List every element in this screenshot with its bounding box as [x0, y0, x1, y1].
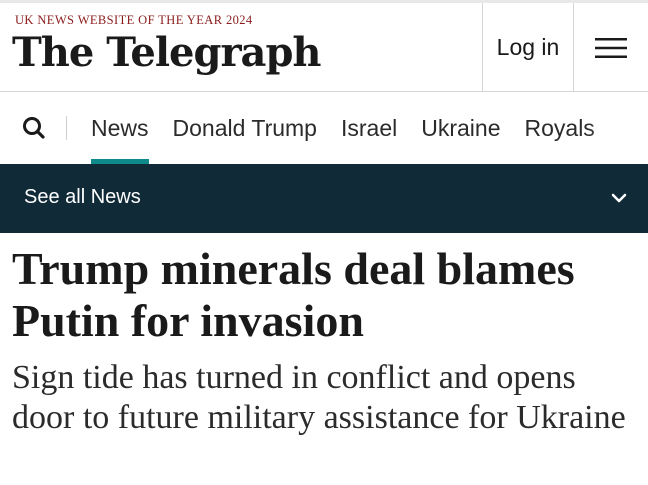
nav-fade-overlay [588, 92, 648, 164]
nav-item-israel[interactable]: Israel [341, 92, 397, 164]
nav-item-donald-trump[interactable]: Donald Trump [173, 92, 317, 164]
article-standfirst: Sign tide has turned in conflict and ope… [12, 359, 626, 436]
telegraph-logo[interactable]: The Telegraph [12, 31, 322, 75]
nav-items: News Donald Trump Israel Ukraine Royals [91, 92, 619, 164]
search-icon[interactable] [20, 114, 48, 142]
hamburger-menu-icon [595, 37, 627, 58]
login-button[interactable]: Log in [482, 3, 574, 92]
nav-separator [66, 116, 67, 140]
nav-item-ukraine[interactable]: Ukraine [421, 92, 500, 164]
see-all-news-dropdown[interactable]: See all News [0, 164, 648, 233]
article-headline: Trump minerals deal blames Putin for inv… [12, 243, 575, 346]
section-nav: News Donald Trump Israel Ukraine Royals [0, 92, 648, 164]
menu-button[interactable] [574, 3, 648, 92]
chevron-down-icon [611, 193, 627, 203]
award-banner: UK NEWS WEBSITE OF THE YEAR 2024 [15, 13, 253, 27]
nav-item-royals[interactable]: Royals [525, 92, 595, 164]
see-all-news-label: See all News [24, 186, 141, 208]
nav-item-news[interactable]: News [91, 92, 149, 164]
masthead: UK NEWS WEBSITE OF THE YEAR 2024 The Tel… [0, 3, 648, 92]
